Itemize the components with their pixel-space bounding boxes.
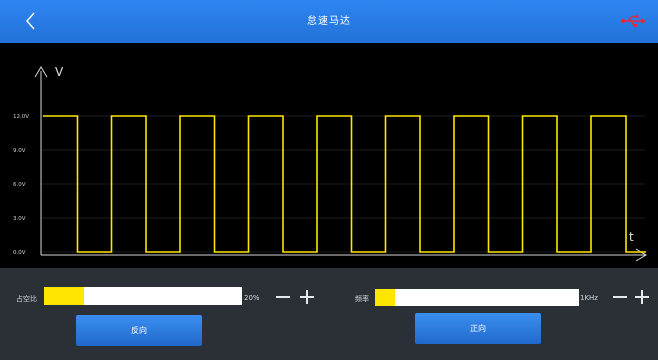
y-tick-label: 9.0V (13, 148, 26, 154)
control-panel: 占空比 20% 频率 1KHz 反向 正向 (0, 268, 658, 360)
forward-button[interactable]: 正向 (415, 313, 541, 344)
duty-cycle-value: 20% (244, 294, 260, 302)
app-window: 怠速马达 V t 12.0V 9.0V 6.0V 3.0V 0.0V 占空比 2… (0, 0, 658, 360)
y-axis-label: V (55, 65, 64, 79)
usb-icon (620, 15, 646, 27)
frequency-plus-button[interactable] (632, 287, 652, 307)
oscilloscope-panel: V t 12.0V 9.0V 6.0V 3.0V 0.0V (0, 43, 658, 268)
page-title: 怠速马达 (307, 16, 351, 27)
duty-cycle-label: 占空比 (16, 295, 37, 303)
frequency-value: 1KHz (580, 294, 598, 302)
duty-cycle-minus-button[interactable] (273, 287, 293, 307)
y-tick-label: 12.0V (13, 114, 29, 120)
x-axis-label: t (629, 230, 634, 244)
y-tick-label: 6.0V (13, 182, 26, 188)
frequency-slider[interactable] (375, 289, 579, 306)
y-tick-label: 3.0V (13, 216, 26, 222)
reverse-button[interactable]: 反向 (76, 315, 202, 346)
minus-icon (613, 296, 627, 298)
frequency-fill (375, 289, 396, 306)
waveform-chart: V t 12.0V 9.0V 6.0V 3.0V 0.0V (13, 65, 647, 262)
y-tick-label: 0.0V (13, 250, 26, 256)
duty-cycle-slider[interactable] (44, 287, 242, 305)
minus-icon (276, 296, 290, 298)
frequency-label: 频率 (355, 295, 369, 303)
duty-cycle-plus-button[interactable] (297, 287, 317, 307)
duty-cycle-fill (44, 287, 84, 305)
title-bar: 怠速马达 (0, 0, 658, 43)
frequency-minus-button[interactable] (610, 287, 630, 307)
